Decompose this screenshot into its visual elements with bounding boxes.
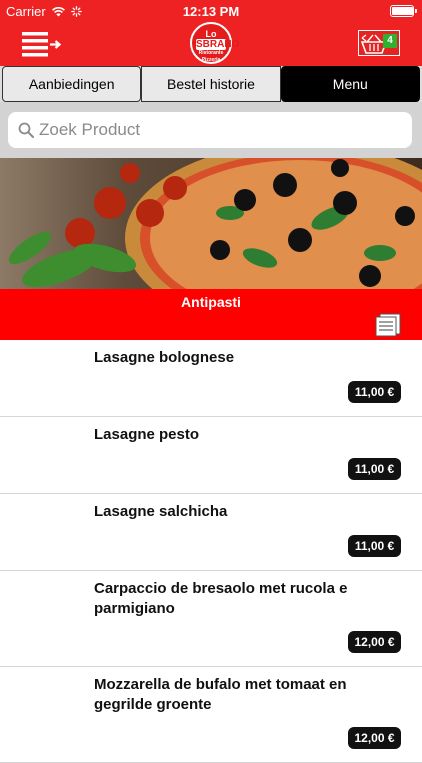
price-badge: 12,00 € — [348, 727, 401, 749]
search-icon — [18, 122, 34, 138]
product-name: Lasagne salchicha — [94, 503, 228, 520]
product-name: Mozzarella de bufalo met tomaat en gegri… — [94, 676, 347, 713]
price-badge: 11,00 € — [348, 535, 401, 557]
tab-aanbiedingen[interactable]: Aanbiedingen — [2, 66, 142, 102]
tab-menu[interactable]: Menu — [280, 66, 420, 102]
status-bar: Carrier 12:13 PM — [0, 0, 422, 22]
menu-icon[interactable] — [22, 31, 62, 57]
list-item[interactable]: Lasagne bolognese 11,00 € — [0, 340, 422, 417]
product-list: Lasagne bolognese 11,00 € Lasagne pesto … — [0, 340, 422, 763]
category-header: Antipasti — [0, 289, 422, 340]
search-placeholder: Zoek Product — [39, 120, 141, 139]
pizza-banner-image — [0, 158, 422, 289]
notes-icon[interactable] — [374, 313, 402, 337]
list-item[interactable]: Carpaccio de bresaolo met rucola e parmi… — [0, 571, 422, 667]
product-name: Lasagne bolognese — [94, 349, 235, 366]
category-title: Antipasti — [181, 294, 241, 310]
search-bar: Zoek Product — [0, 102, 422, 158]
cart-count-badge: 4 — [383, 34, 397, 48]
price-badge: 12,00 € — [348, 631, 401, 653]
search-input[interactable]: Zoek Product — [8, 112, 412, 148]
battery-icon — [390, 5, 417, 17]
cart-button[interactable]: 4 — [358, 30, 400, 56]
price-badge: 11,00 € — [348, 381, 401, 403]
list-item[interactable]: Lasagne pesto 11,00 € — [0, 417, 422, 494]
price-badge: 11,00 € — [348, 458, 401, 480]
list-item[interactable]: Mozzarella de bufalo met tomaat en gegri… — [0, 667, 422, 763]
tab-bestel-historie[interactable]: Bestel historie — [141, 66, 281, 102]
brand-logo[interactable]: Lo SBRANO Ristorante Pizzeria — [190, 22, 239, 64]
battery-level — [392, 7, 413, 15]
app-header: Lo SBRANO Ristorante Pizzeria 4 — [0, 22, 422, 66]
status-time: 12:13 PM — [182, 4, 240, 19]
list-item[interactable]: Lasagne salchicha 11,00 € — [0, 494, 422, 571]
tab-bar: Aanbiedingen Bestel historie Menu — [0, 66, 422, 102]
product-name: Carpaccio de bresaolo met rucola e parmi… — [94, 580, 348, 617]
product-name: Lasagne pesto — [94, 426, 200, 443]
